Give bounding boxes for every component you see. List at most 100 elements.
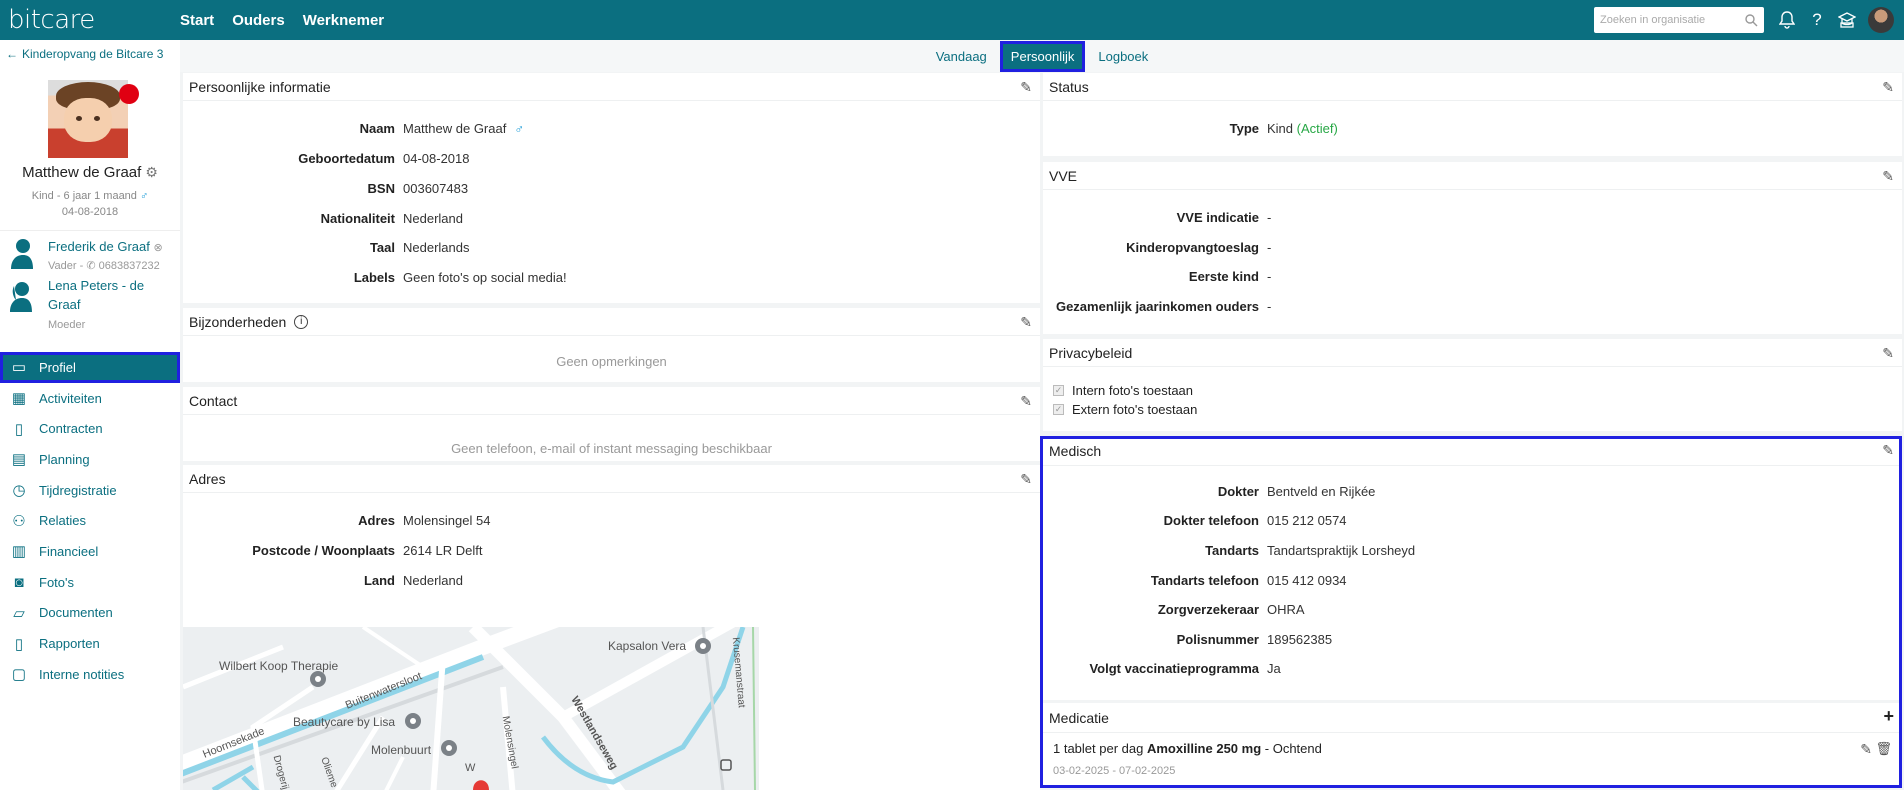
medication-panel: Medicatie + 1 tablet per dag Amoxilline 2…: [1043, 703, 1902, 788]
special-notes-panel: Bijzonderheden i ✎ Geen opmerkingen: [183, 308, 1040, 382]
status-panel: Status ✎ Type Kind (Actief): [1043, 73, 1902, 156]
medication-item: 1 tablet per dag Amoxilline 250 mg - Och…: [1053, 741, 1322, 756]
nav-start[interactable]: Start: [180, 12, 214, 29]
sidebar-item-profiel[interactable]: ▭ Profiel: [0, 352, 180, 383]
male-icon: ♂: [139, 190, 149, 202]
search-box[interactable]: [1594, 7, 1764, 33]
id-card-icon: ▭: [11, 359, 27, 377]
trash-icon[interactable]: 🗑: [1875, 741, 1892, 757]
unlink-icon[interactable]: ⊗: [154, 242, 163, 254]
page-tabs: Vandaag Persoonlijk Logboek: [180, 40, 1904, 72]
gear-icon[interactable]: ⚙: [145, 164, 158, 180]
pencil-icon[interactable]: ✎: [1882, 345, 1894, 362]
sidebar-menu: ▭ Profiel ▦ Activiteiten ▯ Contracten ▤ Plan…: [0, 352, 180, 690]
sidebar-item-contracten[interactable]: ▯ Contracten: [0, 413, 180, 444]
sidebar-item-tijdregistratie[interactable]: ◷ Tijdregistratie: [0, 475, 180, 506]
panel-header: Medicatie +: [1043, 703, 1902, 733]
tab-vandaag[interactable]: Vandaag: [928, 44, 995, 69]
sidebar-item-fotos[interactable]: ◙ Foto's: [0, 567, 180, 598]
relation-name[interactable]: Frederik de Graaf ⊗: [48, 237, 163, 258]
pencil-icon[interactable]: ✎: [1860, 741, 1872, 758]
male-icon: ♂: [514, 121, 525, 136]
info-row: Nationaliteit Nederland: [320, 211, 463, 226]
panel-header: Status ✎: [1043, 73, 1902, 101]
info-row: Postcode / Woonplaats 2614 LR Delft: [252, 543, 483, 558]
relation-mother: Lena Peters - de Graaf Moeder: [0, 276, 180, 342]
info-row: Polisnummer 189562385: [1176, 632, 1333, 647]
sidebar-item-interne-notities[interactable]: ▢ Interne notities: [0, 659, 180, 690]
vve-panel: VVE ✎ VVE indicatie - Kinderopvangtoeslag -…: [1043, 162, 1902, 334]
nav-ouders[interactable]: Ouders: [232, 12, 285, 29]
personal-info-panel: Persoonlijke informatie ✎ Naam Matthew de …: [183, 73, 1040, 303]
info-row: Land Nederland: [363, 573, 463, 588]
bitcare-logo[interactable]: bitcare: [8, 5, 180, 35]
folder-icon: ▱: [13, 604, 25, 622]
pencil-icon[interactable]: ✎: [1020, 79, 1032, 96]
pencil-icon[interactable]: ✎: [1882, 442, 1894, 459]
info-row: Zorgverzekeraar OHRA: [1157, 602, 1305, 617]
top-bar: bitcare Start Ouders Werknemer ?: [0, 0, 1904, 40]
empty-message: Geen opmerkingen: [556, 354, 667, 369]
sidebar-item-documenten[interactable]: ▱ Documenten: [0, 598, 180, 629]
map-poi: Kapsalon Vera: [608, 639, 687, 653]
child-photo[interactable]: [48, 80, 128, 158]
phone-icon: ✆: [86, 260, 99, 272]
search-input[interactable]: [1600, 14, 1740, 26]
info-row: Volgt vaccinatieprogramma Ja: [1089, 661, 1281, 676]
map-poi: Wilbert Koop Therapie: [219, 659, 339, 673]
panel-header: VVE ✎: [1043, 162, 1902, 190]
panel-header: Contact ✎: [183, 387, 1040, 415]
relation-name[interactable]: Lena Peters - de Graaf: [48, 276, 144, 314]
pencil-icon[interactable]: ✎: [1020, 314, 1032, 331]
privacy-checkbox-intern[interactable]: ✓ Intern foto's toestaan: [1053, 383, 1193, 398]
info-row: Taal Nederlands: [369, 240, 470, 255]
privacy-checkbox-extern[interactable]: ✓ Extern foto's toestaan: [1053, 402, 1197, 417]
user-avatar[interactable]: [1868, 7, 1894, 33]
sidebar-item-planning[interactable]: ▤ Planning: [0, 444, 180, 475]
sidebar-item-activiteiten[interactable]: ▦ Activiteiten: [0, 383, 180, 414]
info-row: Naam Matthew de Graaf ♂: [359, 121, 525, 136]
arrow-left-icon: ←: [6, 47, 18, 61]
medical-panel: Medisch ✎ Dokter Bentveld en Rijkée Dokter…: [1043, 436, 1902, 700]
calendar-icon: ▤: [11, 451, 27, 469]
table-icon: ▦: [11, 390, 27, 408]
report-icon: ▯: [14, 635, 24, 653]
stopwatch-icon: ◷: [12, 482, 26, 500]
document-signature-icon: ▯: [14, 420, 24, 438]
plus-icon[interactable]: +: [1883, 706, 1894, 727]
tab-persoonlijk[interactable]: Persoonlijk: [999, 40, 1086, 72]
search-icon[interactable]: [1745, 13, 1758, 27]
sidebar-item-financieel[interactable]: ▥ Financieel: [0, 536, 180, 567]
help-icon[interactable]: ?: [1802, 0, 1832, 40]
pencil-icon[interactable]: ✎: [1020, 471, 1032, 488]
back-link-label: Kinderopvang de Bitcare 3: [22, 47, 164, 61]
info-icon[interactable]: i: [294, 314, 309, 329]
info-row: Dokter Bentveld en Rijkée: [1217, 484, 1376, 499]
address-map[interactable]: Wilbert Koop Therapie Kapsalon Vera Beau…: [183, 627, 759, 790]
sidebar-item-rapporten[interactable]: ▯ Rapporten: [0, 628, 180, 659]
tab-logboek[interactable]: Logboek: [1090, 44, 1156, 69]
info-row: Eerste kind -: [1188, 269, 1272, 284]
map-poi: Molenbuurt: [371, 743, 432, 757]
map-street: W: [465, 762, 476, 774]
pencil-icon[interactable]: ✎: [1020, 393, 1032, 410]
child-subinfo: Kind - 6 jaar 1 maand ♂ 04-08-2018: [31, 190, 149, 218]
checkbox-checked-icon[interactable]: ✓: [1053, 404, 1064, 415]
relation-role: Moeder: [48, 319, 86, 331]
info-row: Tandarts telefoon 015 412 0934: [1150, 573, 1347, 588]
panel-header: Persoonlijke informatie ✎: [183, 73, 1040, 101]
info-row: VVE indicatie -: [1176, 210, 1272, 225]
pencil-icon[interactable]: ✎: [1882, 168, 1894, 185]
nav-werknemer[interactable]: Werknemer: [303, 12, 384, 29]
bell-icon[interactable]: [1772, 0, 1802, 40]
child-name: Matthew de Graaf ⚙: [22, 164, 158, 181]
info-row: Dokter telefoon 015 212 0574: [1163, 513, 1347, 528]
sidebar-item-relaties[interactable]: ⚇ Relaties: [0, 505, 180, 536]
info-row: Geboortedatum 04-08-2018: [298, 151, 470, 166]
graduation-icon[interactable]: [1832, 0, 1862, 40]
back-link[interactable]: ← Kinderopvang de Bitcare 3: [0, 40, 180, 68]
checkbox-checked-icon[interactable]: ✓: [1053, 385, 1064, 396]
empty-message: Geen telefoon, e-mail of instant messagi…: [451, 441, 772, 456]
pencil-icon[interactable]: ✎: [1882, 79, 1894, 96]
top-nav: Start Ouders Werknemer: [180, 12, 384, 29]
